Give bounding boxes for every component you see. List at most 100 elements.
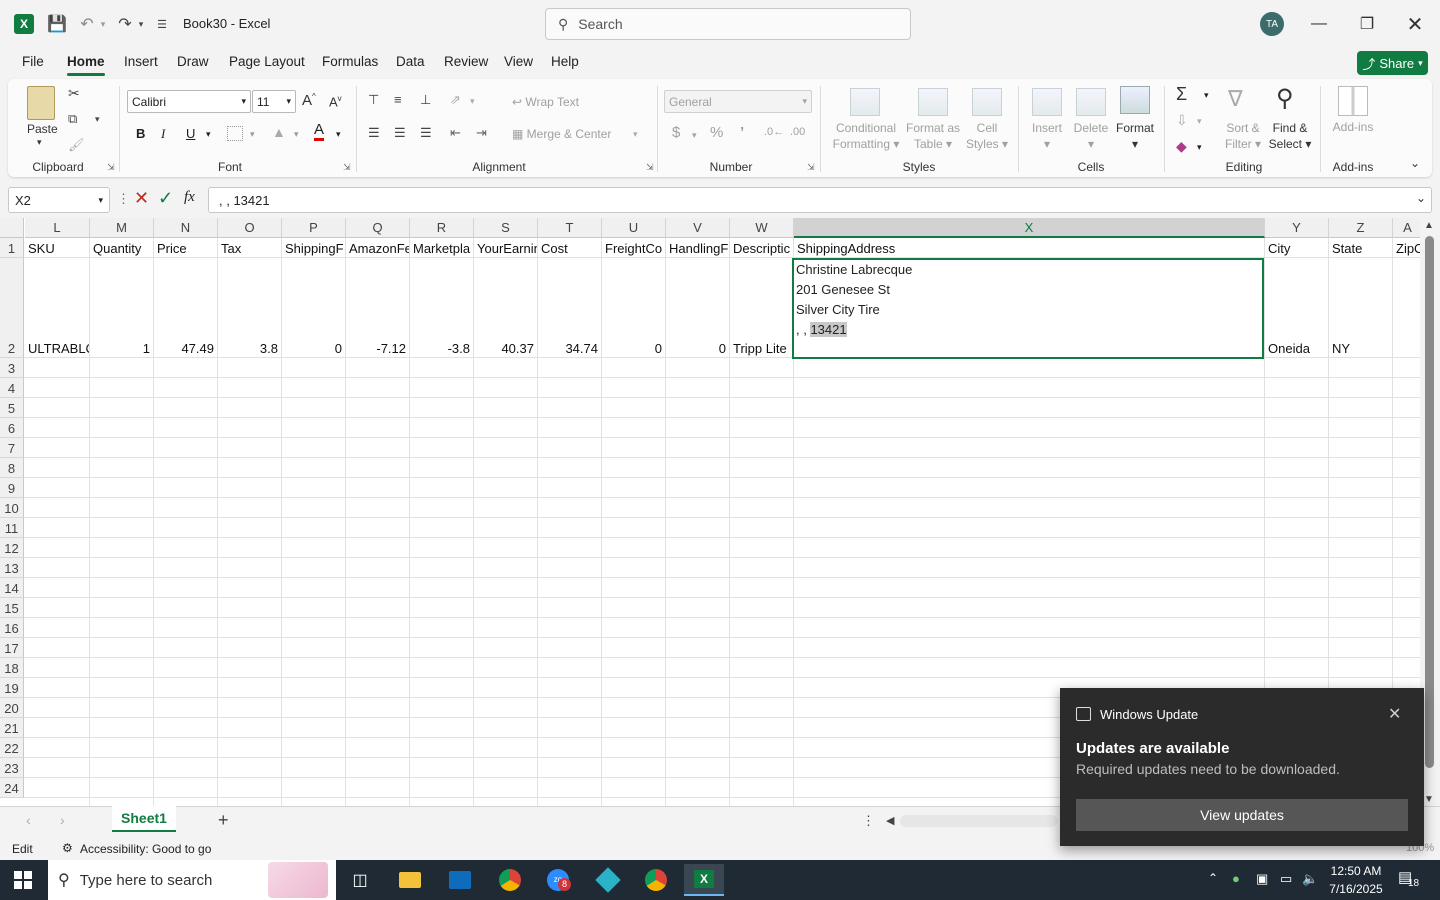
format-cells-icon[interactable]	[1120, 86, 1150, 114]
fill-icon[interactable]: ⇩	[1176, 112, 1188, 129]
horizontal-scrollbar[interactable]	[900, 815, 1058, 827]
tab-review[interactable]: Review	[444, 54, 488, 69]
expand-formula-bar-icon[interactable]: ⌄	[1416, 191, 1426, 205]
header-cell[interactable]: SKU	[25, 239, 89, 259]
excel-taskbar-icon[interactable]: X	[684, 864, 724, 896]
align-left-icon[interactable]: ☰	[368, 125, 380, 141]
formula-input[interactable]: , , 13421	[208, 187, 1432, 213]
merge-center-button[interactable]: ▦ Merge & Center	[512, 127, 611, 141]
column-header-y[interactable]: Y	[1265, 218, 1329, 238]
zoom-icon[interactable]: zo	[538, 864, 578, 896]
column-header-m[interactable]: M	[90, 218, 154, 238]
close-button[interactable]: ✕	[1392, 0, 1438, 48]
find-select-button[interactable]: Find & Select ▾	[1264, 120, 1316, 152]
row-header[interactable]: 24	[0, 778, 24, 798]
row-header[interactable]: 23	[0, 758, 24, 778]
row-header[interactable]: 9	[0, 478, 24, 498]
row-header[interactable]: 16	[0, 618, 24, 638]
fill-color-dropdown-icon[interactable]: ▾	[294, 129, 299, 140]
conditional-formatting-icon[interactable]	[850, 88, 880, 116]
prev-sheet-icon[interactable]: ‹	[26, 812, 31, 828]
outlook-icon[interactable]	[440, 864, 480, 896]
accessibility-icon[interactable]: ⚙	[62, 841, 73, 855]
windows-start-icon[interactable]	[14, 871, 32, 889]
scroll-up-icon[interactable]: ▲	[1424, 220, 1434, 231]
edit-cell-content[interactable]: Christine Labrecque 201 Genesee St Silve…	[796, 260, 912, 340]
fill-color-icon[interactable]: ▲	[272, 124, 286, 140]
column-header-t[interactable]: T	[538, 218, 602, 238]
decrease-font-icon[interactable]: Av	[329, 94, 342, 109]
tab-splitter-icon[interactable]: ⋮	[862, 813, 875, 829]
header-cell[interactable]: Descriptic	[730, 239, 793, 259]
header-cell[interactable]: ZipC	[1393, 239, 1422, 259]
borders-dropdown-icon[interactable]: ▾	[250, 129, 255, 140]
row-header[interactable]: 11	[0, 518, 24, 538]
clipboard-launcher-icon[interactable]: ⇲	[107, 162, 115, 173]
name-box[interactable]: X2 ▾	[8, 187, 110, 213]
data-cell[interactable]: Oneida	[1265, 339, 1328, 359]
chrome-profile-icon[interactable]	[636, 864, 676, 896]
cell-styles-icon[interactable]	[972, 88, 1002, 116]
column-header-x[interactable]: X	[794, 218, 1265, 238]
enter-icon[interactable]: ✓	[158, 188, 173, 209]
file-explorer-icon[interactable]	[390, 864, 430, 896]
select-all-corner[interactable]	[0, 218, 24, 238]
font-size-select[interactable]: 11 ▾	[252, 90, 296, 113]
data-cell[interactable]: 47.49	[154, 339, 217, 359]
data-cell[interactable]: NY	[1329, 339, 1392, 359]
bold-icon[interactable]: B	[136, 126, 145, 141]
column-header-o[interactable]: O	[218, 218, 282, 238]
column-header-q[interactable]: Q	[346, 218, 410, 238]
header-cell[interactable]: ShippingF	[282, 239, 345, 259]
minimize-button[interactable]: —	[1296, 0, 1342, 48]
undo-icon[interactable]: ↶	[76, 13, 98, 35]
insert-cells-icon[interactable]	[1032, 88, 1062, 116]
tab-view[interactable]: View	[504, 54, 533, 69]
cell-styles-button[interactable]: Cell Styles ▾	[962, 120, 1012, 152]
clock[interactable]: 12:50 AM 7/16/2025	[1326, 862, 1386, 898]
font-launcher-icon[interactable]: ⇲	[343, 162, 351, 173]
format-as-table-button[interactable]: Format as Table ▾	[902, 120, 964, 152]
clear-icon[interactable]: ◆	[1176, 138, 1187, 155]
column-header-p[interactable]: P	[282, 218, 346, 238]
header-cell[interactable]: Quantity	[90, 239, 153, 259]
alignment-launcher-icon[interactable]: ⇲	[646, 162, 654, 173]
column-header-s[interactable]: S	[474, 218, 538, 238]
copy-dropdown-icon[interactable]: ▾	[95, 114, 100, 125]
italic-icon[interactable]: I	[161, 126, 165, 142]
underline-icon[interactable]: U	[186, 126, 195, 141]
header-cell[interactable]: City	[1265, 239, 1328, 259]
cancel-icon[interactable]: ✕	[134, 188, 149, 209]
clear-dropdown-icon[interactable]: ▾	[1197, 142, 1202, 153]
data-cell[interactable]: 0	[282, 339, 345, 359]
font-color-dropdown-icon[interactable]: ▾	[336, 129, 341, 140]
copy-icon[interactable]: ⧉	[68, 111, 77, 127]
data-cell[interactable]	[1393, 339, 1422, 359]
decrease-indent-icon[interactable]: ⇤	[450, 125, 461, 141]
column-header-a[interactable]: A	[1393, 218, 1423, 238]
avatar[interactable]: TA	[1260, 12, 1284, 36]
increase-font-icon[interactable]: A^	[302, 92, 316, 109]
row-header[interactable]: 8	[0, 458, 24, 478]
row-header[interactable]: 19	[0, 678, 24, 698]
borders-icon[interactable]	[227, 126, 243, 141]
tab-insert[interactable]: Insert	[124, 54, 158, 69]
header-cell[interactable]: Marketpla	[410, 239, 473, 259]
row-header[interactable]: 6	[0, 418, 24, 438]
sort-filter-icon[interactable]: ∇	[1228, 86, 1243, 112]
format-painter-icon[interactable]: 🖌	[68, 137, 85, 153]
tray-icon[interactable]: ▣	[1256, 871, 1268, 887]
paste-button[interactable]: Paste	[27, 122, 58, 136]
row-header[interactable]: 21	[0, 718, 24, 738]
row-header[interactable]: 1	[0, 238, 24, 258]
row-header[interactable]: 18	[0, 658, 24, 678]
data-cell[interactable]: 0	[602, 339, 665, 359]
increase-decimal-icon[interactable]: .0←	[764, 126, 784, 138]
share-button[interactable]: ⤴ Share ▾	[1357, 51, 1428, 75]
currency-dropdown-icon[interactable]: ▾	[692, 130, 697, 141]
tab-draw[interactable]: Draw	[177, 54, 209, 69]
task-view-icon[interactable]: ◫	[340, 864, 380, 896]
number-format-select[interactable]: General ▾	[664, 90, 812, 113]
cut-icon[interactable]: ✂	[68, 85, 80, 102]
row-header[interactable]: 12	[0, 538, 24, 558]
